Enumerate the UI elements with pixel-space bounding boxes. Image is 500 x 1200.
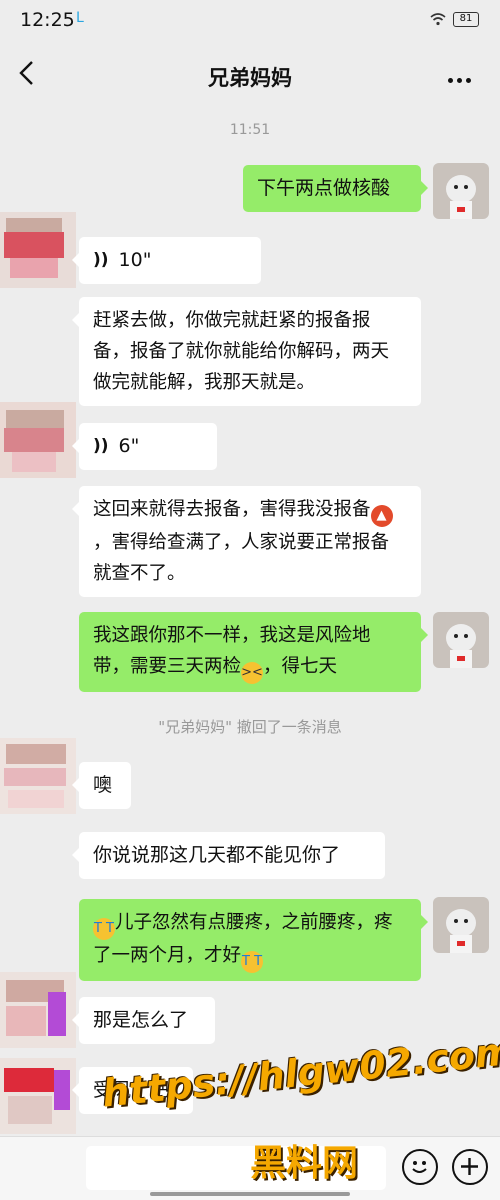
contact-avatar[interactable] xyxy=(0,402,76,478)
message-text: 这回来就得去报备，害得我没报备 xyxy=(93,499,371,520)
message-bubble-incoming[interactable]: 那是怎么了 xyxy=(72,997,215,1044)
message-text: 那是怎么了 xyxy=(93,1009,189,1031)
contact-avatar[interactable] xyxy=(0,738,76,814)
voice-duration: 6" xyxy=(118,435,140,457)
my-avatar[interactable] xyxy=(433,163,489,219)
message-bubble-incoming[interactable]: 赶紧去做，你做完就赶紧的报备报备，报备了就你就能给你解码，两天做完就能解，我那天… xyxy=(72,297,421,406)
message-bubble-incoming[interactable]: 你说说那这几天都不能见你了 xyxy=(72,832,385,879)
watermark: https://hlgw02.com 黑料网 xyxy=(100,1029,500,1184)
message-bubble-outgoing[interactable]: 下午两点做核酸 xyxy=(243,165,428,212)
chat-timestamp: 11:51 xyxy=(229,122,271,138)
message-text: ，得七天 xyxy=(263,656,338,677)
message-bubble-outgoing[interactable]: T T儿子忽然有点腰疼，之前腰疼，疼了一两个月，才好T T xyxy=(79,899,428,981)
message-text: ，害得给查满了，人家说要正常报备就查不了。 xyxy=(93,532,390,584)
my-avatar[interactable] xyxy=(433,612,489,668)
angry-face-emoji: ▲ xyxy=(370,505,393,527)
voice-wave-icon: )) xyxy=(93,436,109,456)
contact-avatar[interactable] xyxy=(0,212,76,288)
voice-message[interactable]: )) 10" xyxy=(72,237,261,284)
chat-header: 兄弟妈妈 xyxy=(0,40,500,106)
message-text: 下午两点做核酸 xyxy=(257,177,391,199)
crying-face-emoji: T T xyxy=(241,951,264,973)
back-arrow-icon[interactable] xyxy=(12,58,42,88)
home-indicator xyxy=(150,1192,350,1196)
plus-icon[interactable] xyxy=(452,1149,488,1185)
message-bubble-incoming[interactable]: 噢 xyxy=(72,762,131,809)
watermark-name: 黑料网 xyxy=(250,1143,359,1184)
message-text: 噢 xyxy=(93,774,113,796)
tired-face-emoji: >< xyxy=(241,662,264,684)
message-text: 赶紧去做，你做完就赶紧的报备报备，报备了就你就能给你解码，两天做完就能解，我那天… xyxy=(93,310,390,393)
status-bar: 12:25 L 81 xyxy=(0,0,500,40)
voice-duration: 10" xyxy=(118,249,152,271)
more-icon[interactable] xyxy=(448,68,478,83)
message-bubble-incoming[interactable]: 这回来就得去报备，害得我没报备 ▲ ，害得给查满了，人家说要正常报备就查不了。 xyxy=(72,486,421,597)
app-notification-icon: L xyxy=(76,10,84,26)
battery-icon: 81 xyxy=(453,12,479,27)
crying-face-emoji: T T xyxy=(93,918,115,940)
contact-avatar[interactable] xyxy=(0,1058,76,1134)
voice-message[interactable]: )) 6" xyxy=(72,423,217,470)
wifi-icon xyxy=(430,13,446,26)
smile-face-icon[interactable] xyxy=(402,1149,438,1185)
status-time: 12:25 xyxy=(20,9,75,31)
voice-wave-icon: )) xyxy=(93,250,109,270)
chat-title: 兄弟妈妈 xyxy=(208,66,292,90)
contact-avatar[interactable] xyxy=(0,972,76,1048)
message-bubble-outgoing[interactable]: 我这跟你那不一样，我这是风险地带，需要三天两检><，得七天 xyxy=(79,612,428,692)
message-text: 你说说那这几天都不能见你了 xyxy=(93,844,341,866)
my-avatar[interactable] xyxy=(433,897,489,953)
recall-notice: "兄弟妈妈" 撤回了一条消息 xyxy=(158,718,342,736)
